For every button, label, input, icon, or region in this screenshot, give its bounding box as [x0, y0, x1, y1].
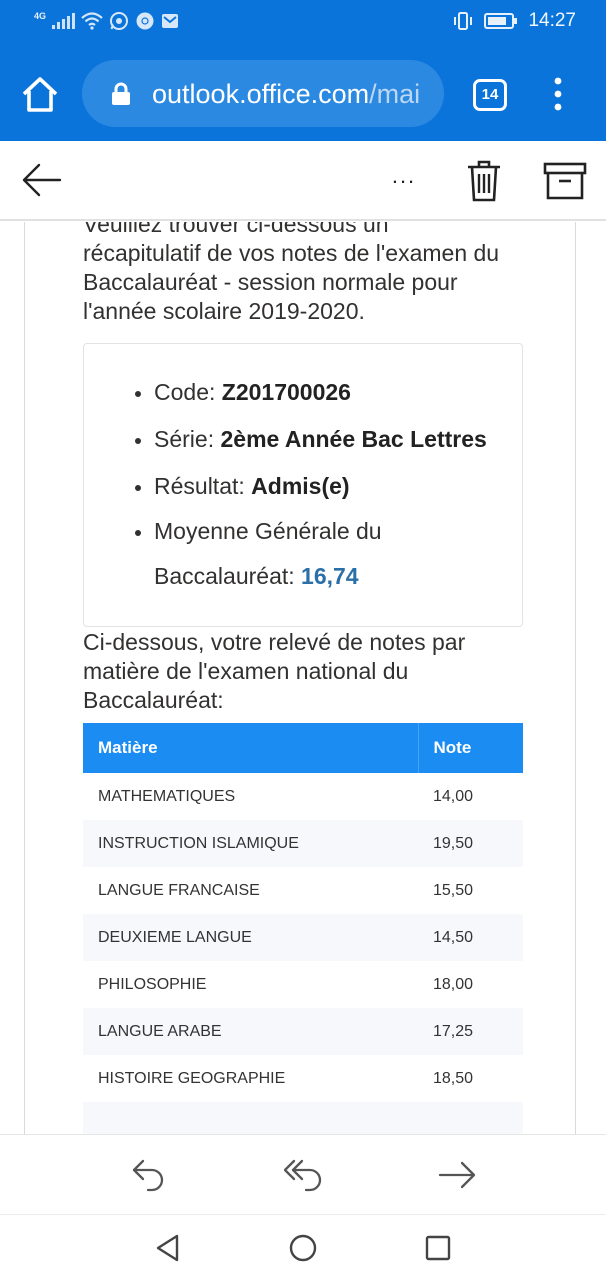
- arrow-left-icon[interactable]: [20, 159, 62, 201]
- code-label: Code:: [154, 379, 222, 405]
- subject-cell: LANGUE FRANCAISE: [98, 881, 260, 899]
- grade-cell: 18,50: [433, 1069, 474, 1087]
- serie-value: 2ème Année Bac Lettres: [220, 426, 487, 452]
- reply-all-icon[interactable]: [282, 1157, 326, 1193]
- grade-cell: [418, 1102, 523, 1134]
- grade-cell: 18,00: [433, 975, 474, 993]
- subject-cell: INSTRUCTION ISLAMIQUE: [83, 820, 418, 867]
- intro-paragraph: Veuillez trouver ci-dessous un récapitul…: [83, 222, 523, 326]
- url-path: /mai: [369, 79, 421, 109]
- subject-cell: HISTOIRE GEOGRAPHIE: [98, 1069, 286, 1087]
- grades-section-title: Ci-dessous, votre relevé de notes par ma…: [83, 629, 466, 713]
- table-row: LANGUE ARABE 17,25: [83, 1008, 523, 1055]
- serie-label: Série:: [154, 426, 221, 452]
- grade-cell: 15,50: [433, 881, 474, 899]
- grade-cell: 19,50: [418, 820, 523, 867]
- list-item-code: Code: Z201700026: [135, 379, 351, 406]
- table-row: [83, 1102, 523, 1134]
- moyenne-label-line1: Moyenne Générale du: [154, 518, 382, 544]
- address-bar[interactable]: outlook.office.com/mai: [82, 60, 444, 127]
- network-type: 4G: [34, 10, 47, 21]
- nav-home-icon[interactable]: [287, 1232, 319, 1264]
- table-row: LANGUE FRANCAISE 15,50: [83, 867, 523, 914]
- table-row: HISTOIRE GEOGRAPHIE 18,50: [83, 1055, 523, 1102]
- email-body[interactable]: Veuillez trouver ci-dessous un récapitul…: [0, 222, 606, 1134]
- subject-cell: DEUXIEME LANGUE: [83, 914, 418, 961]
- whatsapp-icon: [110, 12, 129, 30]
- table-row: PHILOSOPHIE 18,00: [83, 961, 523, 1008]
- header-note: Note: [417, 723, 523, 773]
- table-row: MATHEMATIQUES 14,00: [83, 773, 523, 820]
- intro-partial-line: Veuillez trouver ci-dessous un: [83, 222, 389, 237]
- grades-table: Matière Note MATHEMATIQUES 14,00 INSTRUC…: [83, 723, 523, 1134]
- battery-icon: [484, 13, 518, 29]
- results-summary-card: Code: Z201700026 Série: 2ème Année Bac L…: [83, 343, 523, 627]
- code-value: Z201700026: [221, 379, 351, 405]
- wifi-icon: [81, 12, 103, 30]
- status-time: 14:27: [528, 10, 576, 31]
- resultat-value: Admis(e): [251, 473, 350, 499]
- grade-cell: 17,25: [418, 1008, 523, 1055]
- nav-recent-apps-icon[interactable]: [422, 1232, 454, 1264]
- grade-cell: 14,50: [418, 914, 523, 961]
- more-actions-button[interactable]: ...: [384, 161, 424, 197]
- list-item-moyenne-continued: Baccalauréat: 16,74: [154, 563, 359, 590]
- home-icon[interactable]: [18, 73, 62, 117]
- forward-icon[interactable]: [436, 1157, 480, 1193]
- system-nav-bar: [0, 1214, 606, 1280]
- table-header-row: Matière Note: [83, 723, 523, 773]
- url-text[interactable]: outlook.office.com/mai: [152, 79, 437, 110]
- mail-actions-bar: [0, 1134, 606, 1214]
- archive-icon[interactable]: [543, 161, 587, 201]
- message-toolbar: ...: [0, 141, 606, 221]
- tab-switcher-button[interactable]: 14: [473, 79, 507, 111]
- list-item-serie: Série: 2ème Année Bac Lettres: [135, 426, 487, 453]
- grade-cell: 14,00: [433, 787, 474, 805]
- subject-cell: MATHEMATIQUES: [98, 787, 236, 805]
- url-domain: outlook.office.com: [152, 79, 370, 109]
- intro-text: récapitulatif de vos notes de l'examen d…: [83, 240, 500, 324]
- header-matiere: Matière: [83, 723, 418, 773]
- table-row: DEUXIEME LANGUE 14,50: [83, 914, 523, 961]
- chrome-icon: [136, 12, 154, 30]
- lock-icon: [112, 82, 130, 105]
- list-item-moyenne: Moyenne Générale du: [135, 518, 382, 545]
- resultat-label: Résultat:: [154, 473, 252, 499]
- trash-icon[interactable]: [466, 159, 502, 203]
- reply-icon[interactable]: [128, 1157, 172, 1193]
- signal-icon: [52, 13, 76, 29]
- table-row: INSTRUCTION ISLAMIQUE 19,50: [83, 820, 523, 867]
- list-item-resultat: Résultat: Admis(e): [135, 473, 350, 500]
- moyenne-label-line2: Baccalauréat:: [154, 563, 302, 589]
- gmail-icon: [162, 14, 179, 28]
- subject-cell: LANGUE ARABE: [83, 1008, 418, 1055]
- moyenne-value: 16,74: [301, 563, 359, 589]
- subject-cell: [83, 1102, 418, 1134]
- vibrate-icon: [454, 12, 473, 30]
- status-bar: 4G 14:27: [0, 0, 606, 44]
- more-vertical-icon[interactable]: [548, 76, 568, 112]
- browser-toolbar: outlook.office.com/mai 14: [0, 44, 606, 141]
- nav-back-icon[interactable]: [152, 1232, 184, 1264]
- subject-cell: PHILOSOPHIE: [98, 975, 207, 993]
